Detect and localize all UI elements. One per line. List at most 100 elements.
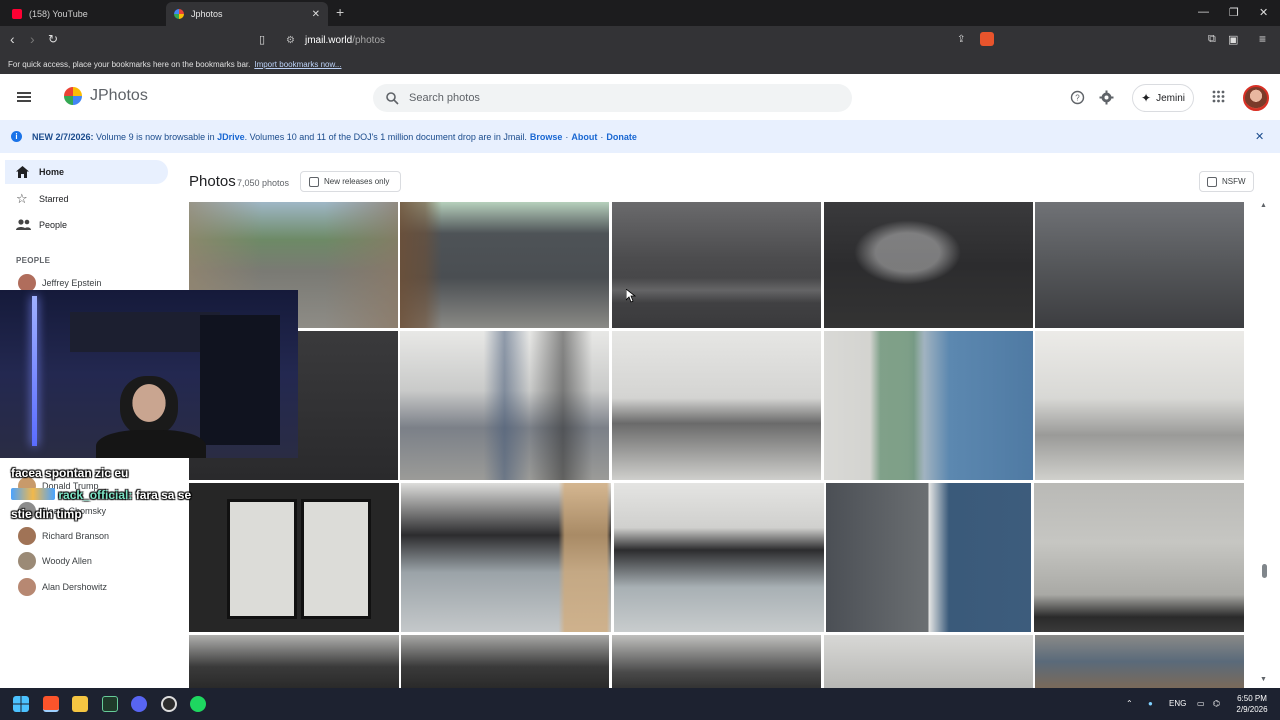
url-host: jmail.world [304,34,353,46]
extensions-icon[interactable]: ⧉ [1208,33,1216,46]
banner-browse-link[interactable]: Browse [530,132,563,142]
wallet-icon[interactable]: ▣ [1228,33,1238,46]
windows-start-icon[interactable] [13,696,29,712]
discord-icon[interactable] [131,696,147,712]
sidebar-item-label: Starred [39,194,69,204]
photo-tile[interactable] [400,331,609,480]
close-banner-icon[interactable]: ✕ [1255,130,1264,143]
display-icon[interactable]: ▭ [1197,699,1205,708]
tray-overflow-icon[interactable]: ⌃ [1126,699,1133,708]
nsfw-filter[interactable]: NSFW [1199,171,1254,192]
app-header: JPhotos Search photos ? ✦ Jemini [0,76,1280,120]
restore-icon[interactable]: ❐ [1229,6,1239,19]
main-menu-icon[interactable] [17,92,31,102]
scroll-down-icon[interactable]: ▼ [1260,676,1267,683]
photo-tile[interactable] [826,483,1031,632]
clock-time: 6:50 PM [1237,694,1267,703]
sidebar-item-home[interactable]: Home [5,160,168,184]
apps-grid-icon[interactable] [1212,90,1225,103]
photo-tile[interactable] [612,331,821,480]
webcam-overlay [0,290,298,458]
scrollbar-thumb[interactable] [1262,564,1267,578]
home-icon [16,166,29,178]
person-item[interactable]: Woody Allen [18,551,178,571]
sidebar-item-people[interactable]: People [5,213,168,237]
banner-separator: · [565,131,569,142]
new-releases-checkbox[interactable] [309,176,319,187]
page-title: Photos [189,173,236,190]
network-icon[interactable]: ⌬ [1213,699,1220,708]
banner-jdrive-link[interactable]: JDrive [217,132,245,142]
brave-shield-icon[interactable] [980,32,994,46]
photo-tile[interactable] [189,635,399,688]
photo-tile[interactable] [614,483,824,632]
url-path: /photos [352,34,386,46]
banner-about-link[interactable]: About [571,132,597,142]
address-bar[interactable]: ⚙ jmail.world /photos [276,29,1000,51]
jemini-label: Jemini [1156,92,1185,104]
photo-tile[interactable] [824,635,1033,688]
search-placeholder: Search photos [409,92,480,104]
scroll-up-icon[interactable]: ▲ [1260,202,1267,209]
microphone-icon[interactable]: ● [1148,699,1153,708]
new-releases-filter[interactable]: New releases only [300,171,401,192]
photo-tile[interactable] [1035,331,1244,480]
forward-icon[interactable]: › [30,31,35,47]
photo-tile[interactable] [401,483,611,632]
close-window-icon[interactable]: ✕ [1259,6,1268,19]
banner-donate-link[interactable]: Donate [606,132,637,142]
person-item[interactable]: Richard Branson [18,526,178,546]
brave-browser-icon[interactable] [43,696,59,712]
sidebar-item-starred[interactable]: ☆ Starred [5,187,168,211]
spotify-icon[interactable] [190,696,206,712]
minimize-icon[interactable]: — [1198,6,1209,18]
search-input[interactable]: Search photos [373,84,852,112]
file-explorer-icon[interactable] [72,696,88,712]
photo-tile[interactable] [824,202,1033,328]
photo-tile[interactable] [612,635,821,688]
photo-shading [301,499,371,619]
close-tab-icon[interactable]: ✕ [312,9,320,20]
account-avatar[interactable] [1243,85,1269,111]
site-info-icon[interactable]: ⚙ [286,35,295,46]
obs-icon[interactable] [161,696,177,712]
settings-icon[interactable] [1099,90,1114,105]
banner-separator: · [600,131,604,142]
photo-tile[interactable] [612,202,821,328]
photo-tile[interactable] [1035,202,1244,328]
chat-message: stie din timp [11,507,82,521]
jphotos-logo-icon [64,87,82,105]
avatar [18,552,36,570]
menu-icon[interactable]: ≡ [1259,32,1266,46]
language-indicator[interactable]: ENG [1169,699,1186,708]
new-tab-icon[interactable]: + [336,4,344,20]
nsfw-checkbox[interactable] [1207,176,1217,187]
photo-tile[interactable] [1035,635,1244,688]
photo-tile[interactable] [824,331,1033,480]
bookmark-icon[interactable]: ▯ [259,33,265,46]
taskbar-clock[interactable]: 6:50 PM 2/9/2026 [1230,693,1274,715]
person-item[interactable]: Alan Dershowitz [18,577,178,597]
chat-badge-icon [11,488,55,500]
import-bookmarks-link[interactable]: Import bookmarks now... [254,60,341,69]
photo-shading [824,331,1033,480]
people-icon [16,219,31,230]
help-icon[interactable]: ? [1070,90,1085,105]
windows-taskbar: ⌃ ● ENG ▭ ⌬ 6:50 PM 2/9/2026 [0,688,1280,720]
excel-icon[interactable] [102,696,118,712]
page-scrollbar[interactable]: ▲ ▼ [1258,200,1270,688]
tab-label: Jphotos [191,9,223,19]
photo-tile[interactable] [189,483,399,632]
tab-jphotos[interactable]: Jphotos ✕ [166,2,328,26]
reload-icon[interactable]: ↻ [48,32,58,46]
share-icon[interactable]: ⇪ [957,34,965,45]
photo-tile[interactable] [1034,483,1244,632]
bookmarks-hint: For quick access, place your bookmarks h… [8,59,251,69]
jemini-button[interactable]: ✦ Jemini [1132,84,1194,112]
back-icon[interactable]: ‹ [10,31,15,47]
tab-youtube[interactable]: (158) YouTube [4,2,166,26]
photo-tile[interactable] [400,202,609,328]
webcam-person-body [96,430,206,458]
photo-tile[interactable] [401,635,609,688]
photo-shading [400,202,609,328]
